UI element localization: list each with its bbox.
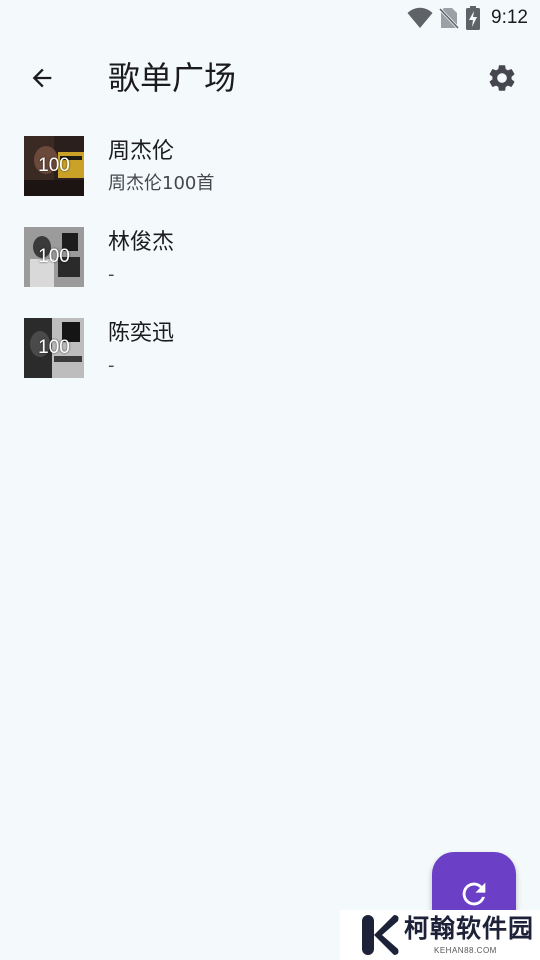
watermark: 柯翰软件园 KEHAN88.COM	[340, 910, 540, 960]
no-sim-icon	[439, 7, 460, 29]
playlist-count: 100	[38, 337, 70, 358]
refresh-icon	[462, 882, 486, 906]
app-bar: 歌单广场	[0, 36, 540, 124]
playlist-count: 100	[38, 155, 70, 176]
playlist-cover: 100	[24, 318, 84, 378]
list-item[interactable]: 100 陈奕迅 -	[0, 306, 540, 397]
list-item[interactable]: 100 林俊杰 -	[0, 215, 540, 306]
playlist-subtitle: -	[108, 264, 115, 285]
back-button[interactable]	[18, 54, 66, 102]
playlist-title: 林俊杰	[108, 230, 175, 255]
list-item[interactable]: 100 周杰伦 周杰伦100首	[0, 124, 540, 215]
gear-icon	[489, 65, 515, 91]
status-bar: 9:12	[0, 0, 540, 36]
playlist-cover: 100	[24, 227, 84, 287]
page-title: 歌单广场	[108, 59, 237, 97]
battery-charging-icon	[466, 6, 481, 30]
playlist-title: 周杰伦	[108, 139, 175, 164]
playlist-subtitle: 周杰伦100首	[108, 173, 215, 194]
playlist-title: 陈奕迅	[108, 321, 175, 346]
kehan-logo-icon	[362, 915, 399, 955]
playlist-subtitle: -	[108, 355, 115, 376]
settings-button[interactable]	[478, 54, 526, 102]
playlist-list: 100 周杰伦 周杰伦100首 100 林俊杰 - 100 陈奕迅 -	[0, 124, 540, 397]
wifi-icon	[407, 7, 433, 28]
arrow-left-icon	[32, 68, 52, 88]
playlist-count: 100	[38, 246, 70, 267]
watermark-url: KEHAN88.COM	[434, 946, 497, 955]
watermark-name: 柯翰软件园	[404, 914, 535, 943]
status-time: 9:12	[491, 7, 528, 28]
playlist-cover: 100	[24, 136, 84, 196]
status-icons: 9:12	[407, 6, 528, 30]
